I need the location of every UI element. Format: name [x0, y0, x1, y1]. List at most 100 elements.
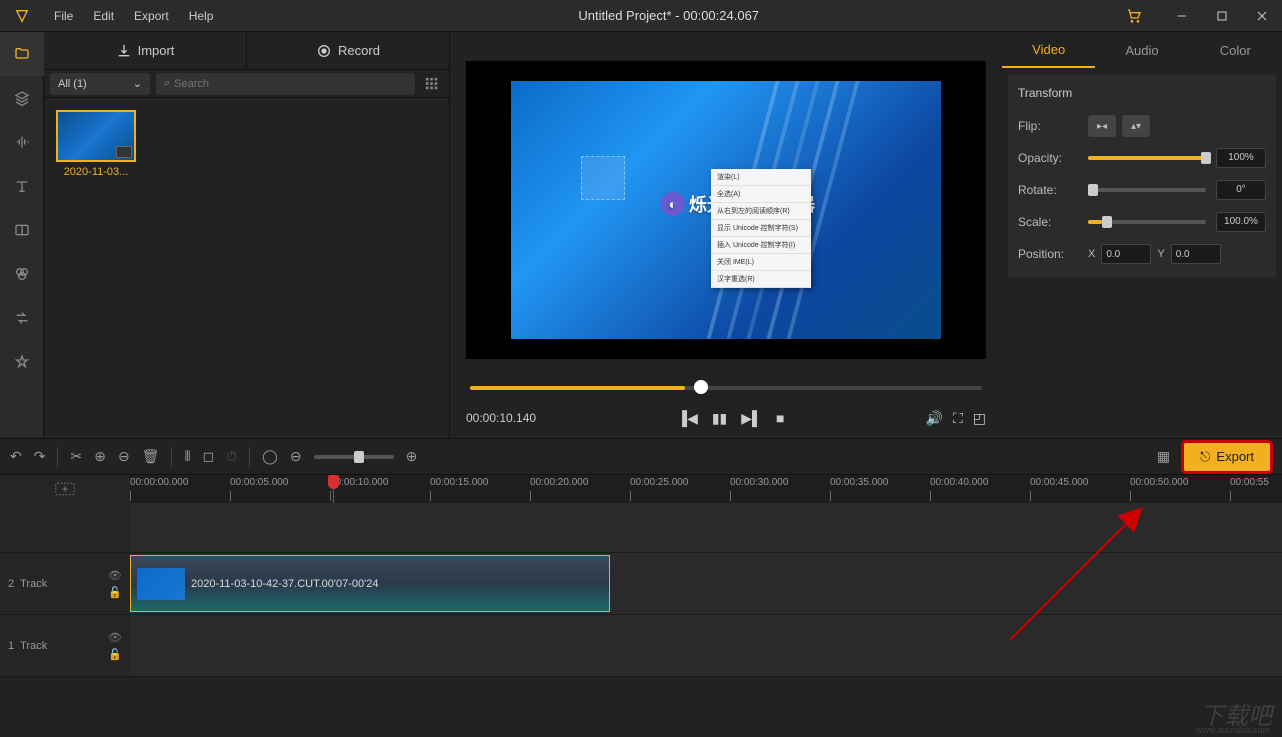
- sidebar-more[interactable]: [0, 340, 44, 384]
- lock-icon[interactable]: 🔓: [108, 648, 122, 661]
- scale-label: Scale:: [1018, 215, 1088, 229]
- chevron-down-icon: ⌄: [133, 77, 142, 90]
- scale-value[interactable]: 100.0%: [1216, 212, 1266, 232]
- tab-color[interactable]: Color: [1189, 32, 1282, 68]
- crop-button[interactable]: ◻: [203, 448, 215, 465]
- menu-edit[interactable]: Edit: [83, 0, 124, 32]
- export-button[interactable]: ⎋ Export: [1182, 441, 1272, 473]
- cut-button[interactable]: ✂: [70, 448, 82, 465]
- import-label: Import: [138, 43, 175, 58]
- import-button[interactable]: Import: [44, 32, 247, 69]
- sidebar-text[interactable]: [0, 164, 44, 208]
- position-x-input[interactable]: [1101, 244, 1151, 264]
- opacity-label: Opacity:: [1018, 151, 1088, 165]
- opacity-value[interactable]: 100%: [1216, 148, 1266, 168]
- visibility-icon[interactable]: 👁: [108, 631, 122, 644]
- preview-selected-icon: [581, 156, 625, 200]
- track-label: Track: [20, 640, 47, 652]
- track-2[interactable]: 2 Track 👁 🔓 2020-11-03-10-42-37.CUT.00'0…: [0, 553, 1282, 615]
- export-icon: ⎋: [1200, 449, 1210, 465]
- search-input[interactable]: [174, 78, 407, 90]
- zoom-slider[interactable]: [314, 455, 394, 459]
- media-item[interactable]: 2020-11-03...: [56, 110, 136, 178]
- position-y-input[interactable]: [1171, 244, 1221, 264]
- track-number: 2: [8, 578, 14, 590]
- marker-button[interactable]: ◯: [262, 448, 278, 465]
- flip-vertical-button[interactable]: ▴▾: [1122, 115, 1150, 137]
- search-box[interactable]: ⌕: [156, 73, 415, 95]
- timeline-ruler[interactable]: 00:00:00.000 00:00:05.000 00:00:10.000 0…: [130, 475, 1282, 503]
- clip-name: 2020-11-03-10-42-37.CUT.00'07-00'24: [191, 578, 378, 590]
- search-icon: ⌕: [164, 77, 170, 90]
- track-number: 1: [8, 640, 14, 652]
- next-frame-button[interactable]: ▶▌: [741, 410, 762, 427]
- media-filter-dropdown[interactable]: All (1) ⌄: [50, 73, 150, 95]
- sidebar-layers[interactable]: [0, 76, 44, 120]
- preview-scrubber[interactable]: [450, 378, 1002, 398]
- app-icon: ◐: [661, 192, 685, 216]
- cart-icon[interactable]: [1114, 0, 1154, 32]
- tab-video[interactable]: Video: [1002, 32, 1095, 68]
- sidebar-transitions[interactable]: [0, 296, 44, 340]
- zoom-out-button[interactable]: ⊖: [290, 448, 302, 465]
- media-item-label: 2020-11-03...: [56, 166, 136, 178]
- prev-frame-button[interactable]: ▐◀: [677, 410, 698, 427]
- preview-context-menu: 渲染(L) 全选(A) 从右到左的阅读顺序(R) 显示 Unicode 控制字符…: [711, 169, 811, 288]
- stop-button[interactable]: ■: [776, 410, 784, 427]
- settings-button[interactable]: ▦: [1157, 448, 1170, 465]
- filter-label: All (1): [58, 78, 87, 90]
- copy-button[interactable]: ⊕: [94, 448, 106, 465]
- redo-button[interactable]: ↷: [34, 448, 46, 465]
- tab-audio[interactable]: Audio: [1095, 32, 1188, 68]
- snapshot-button[interactable]: ⛶: [953, 410, 963, 427]
- speed-button[interactable]: ⏱: [226, 448, 237, 465]
- fullscreen-button[interactable]: ◰: [973, 410, 986, 427]
- sidebar-media[interactable]: [0, 32, 44, 76]
- sidebar-audio[interactable]: [0, 120, 44, 164]
- preview-viewport[interactable]: ◐ 烁光视频转换器 渲染(L) 全选(A) 从右到左的阅读顺序(R) 显示 Un…: [466, 61, 986, 359]
- flip-label: Flip:: [1018, 119, 1088, 133]
- paste-button[interactable]: ⊖: [118, 448, 130, 465]
- video-clip[interactable]: 2020-11-03-10-42-37.CUT.00'07-00'24: [130, 555, 610, 612]
- record-button[interactable]: Record: [247, 32, 449, 69]
- menu-export[interactable]: Export: [124, 0, 179, 32]
- rotate-slider[interactable]: [1088, 188, 1206, 192]
- maximize-button[interactable]: [1202, 0, 1242, 32]
- menu-help[interactable]: Help: [179, 0, 224, 32]
- delete-button[interactable]: 🗑: [142, 448, 160, 465]
- volume-button[interactable]: 🔊: [926, 410, 943, 427]
- visibility-icon[interactable]: 👁: [108, 569, 122, 582]
- window-title: Untitled Project* - 00:00:24.067: [223, 8, 1114, 23]
- opacity-slider[interactable]: [1088, 156, 1206, 160]
- rotate-value[interactable]: 0°: [1216, 180, 1266, 200]
- lock-icon[interactable]: 🔓: [108, 586, 122, 599]
- position-label: Position:: [1018, 247, 1088, 261]
- zoom-in-button[interactable]: ⊕: [406, 448, 418, 465]
- pos-y-label: Y: [1157, 248, 1164, 260]
- transform-header: Transform: [1018, 82, 1266, 110]
- scrubber-knob[interactable]: [694, 380, 708, 394]
- media-thumbnail: [56, 110, 136, 162]
- playhead[interactable]: [333, 475, 334, 503]
- sidebar-split[interactable]: [0, 208, 44, 252]
- close-button[interactable]: [1242, 0, 1282, 32]
- record-label: Record: [338, 43, 380, 58]
- track-label: Track: [20, 578, 47, 590]
- undo-button[interactable]: ↶: [10, 448, 22, 465]
- scale-slider[interactable]: [1088, 220, 1206, 224]
- pause-button[interactable]: ▮▮: [712, 410, 727, 427]
- export-label: Export: [1216, 449, 1254, 464]
- menu-file[interactable]: File: [44, 0, 83, 32]
- track-1[interactable]: 1 Track 👁 🔓: [0, 615, 1282, 677]
- flip-horizontal-button[interactable]: ▸◂: [1088, 115, 1116, 137]
- watermark-url: www.xiazaiba.com: [1196, 725, 1270, 735]
- grid-view-button[interactable]: [421, 73, 443, 95]
- minimize-button[interactable]: [1162, 0, 1202, 32]
- add-track-button[interactable]: [0, 475, 130, 503]
- preview-timecode: 00:00:10.140: [466, 411, 536, 425]
- split-button[interactable]: ⦀: [184, 448, 190, 465]
- rotate-label: Rotate:: [1018, 183, 1088, 197]
- pos-x-label: X: [1088, 248, 1095, 260]
- sidebar-effects[interactable]: [0, 252, 44, 296]
- app-logo: [0, 0, 44, 32]
